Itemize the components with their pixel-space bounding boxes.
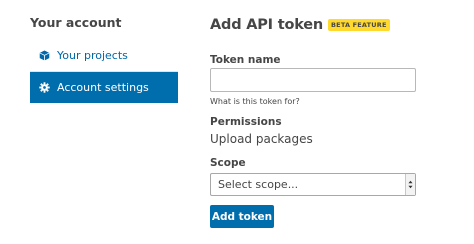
page-title: Add API token BETA FEATURE	[210, 17, 390, 33]
sidebar-heading: Your account	[30, 15, 122, 30]
scope-selected-value: Select scope...	[218, 178, 299, 191]
beta-badge: BETA FEATURE	[328, 19, 390, 31]
sidebar-item-account-settings[interactable]: Account settings	[30, 72, 178, 103]
sidebar-item-your-projects[interactable]: Your projects	[30, 40, 178, 72]
add-token-button[interactable]: Add token	[210, 205, 274, 228]
page-title-text: Add API token	[210, 17, 324, 33]
sidebar-item-label: Account settings	[57, 81, 149, 94]
select-arrows-icon	[405, 174, 415, 195]
box-icon	[39, 50, 50, 61]
token-name-input[interactable]	[210, 68, 416, 92]
token-name-label: Token name	[210, 54, 281, 66]
scope-select[interactable]: Select scope...	[210, 173, 416, 196]
scope-label: Scope	[210, 157, 246, 169]
token-name-help: What is this token for?	[210, 97, 300, 106]
permissions-value: Upload packages	[210, 132, 313, 146]
gear-icon	[39, 82, 50, 93]
sidebar-item-label: Your projects	[57, 49, 128, 62]
permissions-label: Permissions	[210, 116, 282, 128]
